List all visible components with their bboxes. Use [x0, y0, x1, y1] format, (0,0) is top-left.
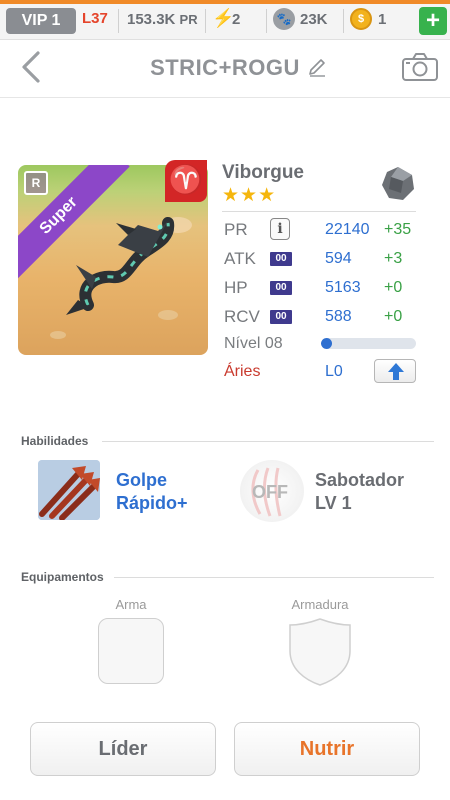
divider — [343, 9, 344, 33]
weapon-slot[interactable] — [98, 618, 164, 684]
stat-value: 5163 — [325, 279, 361, 296]
divider — [222, 211, 416, 212]
player-power-unit: PR — [179, 12, 198, 27]
stat-label: ATK — [224, 249, 256, 268]
level-progress-fill — [321, 338, 333, 349]
passive-off-label: OFF — [252, 482, 288, 502]
page-title: STRIC+ROGU — [0, 55, 450, 81]
info-icon[interactable]: i — [270, 218, 290, 240]
divider — [102, 441, 434, 442]
page-header: STRIC+ROGU — [0, 40, 450, 98]
stat-label: HP — [224, 278, 248, 297]
skill-quick-strike-icon[interactable] — [38, 460, 100, 520]
stat-bonus: +0 — [384, 308, 403, 325]
skill-name-line: Rápido+ — [116, 493, 188, 513]
feed-button[interactable]: Nutrir — [234, 722, 420, 776]
coin-count: 1 — [378, 11, 387, 28]
stat-gem-icon: 00 — [270, 281, 292, 295]
energy-count: 2 — [232, 11, 241, 28]
stat-gem-icon: 00 — [270, 310, 292, 324]
stat-gem-icon: 00 — [270, 252, 292, 266]
coin-icon: $ — [350, 8, 372, 30]
level-label: Nível 08 — [224, 335, 283, 352]
zodiac-sign-label: Áries — [224, 363, 261, 380]
stat-bonus: +3 — [384, 250, 403, 267]
skill-name-passive[interactable]: Sabotador LV 1 — [315, 469, 404, 515]
armor-slot-shield-icon[interactable] — [287, 617, 353, 687]
divider — [205, 9, 206, 33]
stat-value: 594 — [325, 250, 352, 267]
stat-bonus: +0 — [384, 279, 403, 296]
add-coins-button[interactable]: + — [419, 7, 447, 35]
player-power-value: 153.3K — [127, 11, 176, 28]
vip-badge[interactable]: VIP 1 — [6, 8, 76, 34]
element-stone-icon[interactable] — [379, 165, 417, 203]
set-leader-button[interactable]: Líder — [30, 722, 216, 776]
star-rating: ★★★ — [222, 185, 277, 206]
divider — [118, 9, 119, 33]
aries-zodiac-icon[interactable]: ♈ — [165, 160, 207, 202]
pencil-icon[interactable] — [307, 57, 327, 77]
skill-level-line: LV 1 — [315, 493, 352, 513]
status-bar: VIP 1 L37 153.3K PR ⚡ 2 🐾 23K $ 1 + — [0, 0, 450, 40]
camera-icon[interactable] — [401, 52, 439, 82]
zodiac-sign-level: L0 — [325, 363, 343, 380]
monster-species-name: Viborgue — [222, 162, 304, 183]
stat-value: 22140 — [325, 221, 370, 238]
divider — [266, 9, 267, 33]
stat-value: 588 — [325, 308, 352, 325]
arrow-up-icon — [388, 363, 404, 380]
skill-name-line: Sabotador — [315, 470, 405, 490]
food-count: 23K — [300, 11, 328, 28]
stat-bonus: +35 — [384, 221, 412, 238]
paw-food-icon: 🐾 — [273, 8, 295, 30]
skill-name-line: Golpe — [116, 470, 168, 490]
triple-arrow-icon — [38, 460, 100, 520]
weapon-label: Arma — [115, 597, 147, 612]
level-progress-bar — [321, 338, 416, 349]
section-title-skills: Habilidades — [21, 434, 89, 448]
armor-label: Armadura — [291, 597, 349, 612]
monster-nickname[interactable]: STRIC+ROGU — [150, 55, 300, 81]
stat-label: RCV — [224, 307, 260, 326]
divider — [114, 577, 434, 578]
status-bar-accent — [0, 0, 450, 4]
upgrade-sign-button[interactable] — [374, 359, 416, 383]
stat-label: PR — [224, 220, 248, 239]
player-level: L37 — [82, 10, 108, 27]
skill-name-active[interactable]: Golpe Rápido+ — [116, 469, 188, 515]
rarity-r-badge: R — [24, 171, 48, 195]
player-power: 153.3K PR — [127, 11, 198, 28]
section-title-equipment: Equipamentos — [21, 570, 104, 584]
